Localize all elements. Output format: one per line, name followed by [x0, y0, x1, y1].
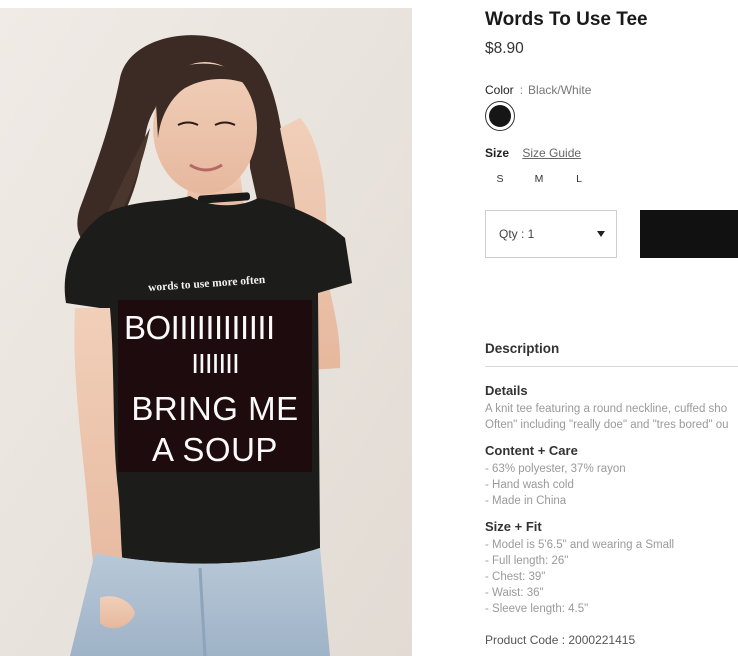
size-option-l[interactable]: L [569, 173, 589, 185]
description-divider [485, 366, 738, 367]
product-title: Words To Use Tee [485, 9, 648, 30]
size-fit-line-2: - Full length: 26" [485, 555, 569, 567]
size-fit-line-3: - Chest: 39" [485, 571, 546, 583]
color-row: Color: Black/White [485, 83, 591, 97]
size-option-m[interactable]: M [529, 173, 549, 185]
size-fit-line-1: - Model is 5'6.5" and wearing a Small [485, 539, 675, 551]
content-care-line-3: - Made in China [485, 495, 567, 507]
size-guide-link[interactable]: Size Guide [522, 146, 581, 160]
size-fit-line-5: - Sleeve length: 4.5" [485, 603, 589, 615]
content-care-line-2: - Hand wash cold [485, 479, 574, 491]
overlay-line-1: BOIIIIIIIIIIII [124, 309, 275, 346]
product-code: Product Code : 2000221415 [485, 633, 636, 647]
color-value: Black/White [528, 83, 592, 97]
add-to-bag-button[interactable] [640, 210, 738, 258]
text-overlay-box: BOIIIIIIIIIIII IIIIIII BRING ME A SOUP [118, 300, 312, 472]
color-label: Color [485, 83, 514, 97]
product-image[interactable]: words to use more often BOIIIIIIIIIIII I… [0, 8, 412, 656]
product-price: $8.90 [485, 40, 524, 57]
size-row: Size Size Guide [485, 146, 581, 160]
size-fit-heading: Size + Fit [485, 519, 542, 534]
details-heading: Details [485, 383, 528, 398]
size-label: Size [485, 146, 510, 160]
size-fit-line-4: - Waist: 36" [485, 587, 544, 599]
swatch-fill [489, 105, 511, 127]
caret-down-icon [597, 231, 605, 237]
color-swatch-black[interactable] [485, 101, 515, 131]
quantity-select[interactable]: Qty : 1 [485, 210, 617, 258]
details-line-2: Often" including "really doe" and "tres … [485, 419, 729, 431]
overlay-line-3: BRING ME [131, 390, 299, 427]
content-care-heading: Content + Care [485, 443, 578, 458]
overlay-line-2: IIIIIII [191, 348, 239, 379]
content-care-line-1: - 63% polyester, 37% rayon [485, 463, 626, 475]
color-separator: : [519, 83, 524, 97]
description-heading[interactable]: Description [485, 341, 559, 356]
size-option-s[interactable]: S [490, 173, 510, 185]
overlay-line-4: A SOUP [152, 431, 278, 468]
quantity-value: Qty : 1 [499, 227, 535, 241]
details-line-1: A knit tee featuring a round neckline, c… [485, 403, 728, 415]
